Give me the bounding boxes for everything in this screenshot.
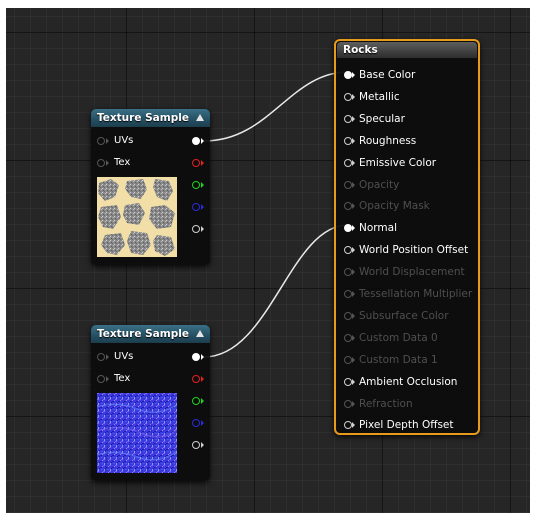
node-title: Texture Sample <box>97 328 189 340</box>
pin-arrow-icon <box>352 181 355 188</box>
material-result-node[interactable]: Rocks Base Color Metallic Specular Roughnes… <box>334 39 480 435</box>
node-header[interactable]: Texture Sample <box>91 109 210 127</box>
pin-arrow-icon <box>106 138 109 144</box>
output-arrow-icon <box>201 420 204 426</box>
pin-icon[interactable] <box>344 92 352 101</box>
pin-label: Opacity <box>359 178 400 191</box>
pin-label: UVs <box>114 351 134 362</box>
pin-icon[interactable] <box>344 246 352 255</box>
pin-label: World Displacement <box>359 266 465 279</box>
pin-icon[interactable] <box>97 375 105 383</box>
pin-arrow-icon <box>352 137 355 144</box>
r-output-pin[interactable] <box>192 375 200 383</box>
pin-label: Base Color <box>359 69 416 81</box>
output-arrow-icon <box>201 442 204 448</box>
pin-label: Tex <box>114 373 131 384</box>
output-arrow-icon <box>201 138 204 144</box>
pin-icon[interactable] <box>344 71 352 79</box>
pin-label: Custom Data 1 <box>359 353 438 366</box>
pin-arrow-icon <box>106 160 109 166</box>
texture-sample-node-2[interactable]: Texture Sample UVs Tex <box>91 325 210 481</box>
pin-icon[interactable] <box>344 311 352 320</box>
pin-arrow-icon <box>352 159 355 166</box>
pin-icon[interactable] <box>344 421 352 430</box>
node-header[interactable]: Rocks <box>337 42 477 58</box>
rgb-output-pin[interactable] <box>192 353 200 361</box>
output-arrow-icon <box>201 398 204 404</box>
pin-label: Opacity Mask <box>359 200 430 213</box>
pin-label: Specular <box>359 112 405 125</box>
pin-arrow-icon <box>352 291 355 297</box>
a-output-pin[interactable] <box>192 225 200 233</box>
pin-label: UVs <box>114 135 134 146</box>
pin-icon[interactable] <box>344 355 352 364</box>
pin-icon[interactable] <box>97 159 105 167</box>
node-title: Rocks <box>343 44 378 56</box>
g-output-pin[interactable] <box>192 181 200 189</box>
pin-icon[interactable] <box>344 224 352 233</box>
pin-arrow-icon <box>352 225 355 232</box>
rgb-output-pin[interactable] <box>192 137 200 145</box>
pin-icon[interactable] <box>344 158 352 167</box>
normal-map-preview <box>97 393 177 473</box>
pin-arrow-icon <box>352 247 355 254</box>
output-arrow-icon <box>201 160 204 166</box>
node-title: Texture Sample <box>97 112 189 124</box>
pin-label: Custom Data 0 <box>359 331 438 344</box>
pin-icon[interactable] <box>97 353 105 361</box>
pin-arrow-icon <box>352 334 355 341</box>
pin-arrow-icon <box>352 400 355 407</box>
a-output-pin[interactable] <box>192 441 200 449</box>
output-arrow-icon <box>201 204 204 210</box>
pin-arrow-icon <box>352 72 355 78</box>
pin-icon[interactable] <box>97 137 105 145</box>
pin-icon[interactable] <box>344 136 352 145</box>
pin-icon[interactable] <box>344 180 352 189</box>
pin-arrow-icon <box>352 115 355 122</box>
pin-arrow-icon <box>352 312 355 319</box>
pin-arrow-icon <box>352 356 355 363</box>
node-header[interactable]: Texture Sample <box>91 325 210 343</box>
pin-label: Ambient Occlusion <box>359 375 458 388</box>
texture-sample-node-1[interactable]: Texture Sample UVs Tex <box>91 109 210 265</box>
pin-label: Emissive Color <box>359 156 437 169</box>
pin-icon[interactable] <box>344 377 352 386</box>
output-arrow-icon <box>201 182 204 188</box>
pin-label: Tex <box>114 157 131 168</box>
output-arrow-icon <box>201 226 204 232</box>
pin-label: Subsurface Color <box>359 309 449 322</box>
rock-texture-preview <box>97 177 177 257</box>
output-arrow-icon <box>201 354 204 360</box>
pin-label: Tessellation Multiplier <box>359 288 473 300</box>
pin-arrow-icon <box>352 269 355 276</box>
pin-icon[interactable] <box>344 202 352 211</box>
pin-label: World Position Offset <box>359 244 469 257</box>
pin-label: Refraction <box>359 397 413 410</box>
pin-icon[interactable] <box>344 399 352 408</box>
r-output-pin[interactable] <box>192 159 200 167</box>
collapse-arrow-icon[interactable] <box>196 330 204 337</box>
g-output-pin[interactable] <box>192 397 200 405</box>
pin-label: Metallic <box>359 90 400 103</box>
collapse-arrow-icon[interactable] <box>196 114 204 121</box>
b-output-pin[interactable] <box>192 203 200 211</box>
pin-icon[interactable] <box>344 268 352 277</box>
b-output-pin[interactable] <box>192 419 200 427</box>
pin-icon[interactable] <box>344 114 352 123</box>
pin-arrow-icon <box>352 93 355 100</box>
pin-icon[interactable] <box>344 290 352 298</box>
pin-label: Pixel Depth Offset <box>359 419 454 432</box>
pin-arrow-icon <box>352 378 355 385</box>
pin-arrow-icon <box>352 422 355 429</box>
pin-arrow-icon <box>352 203 355 210</box>
pin-label: Normal <box>359 222 397 235</box>
pin-arrow-icon <box>106 354 109 360</box>
pin-arrow-icon <box>106 376 109 382</box>
pin-label: Roughness <box>359 134 417 147</box>
pin-icon[interactable] <box>344 333 352 342</box>
output-arrow-icon <box>201 376 204 382</box>
